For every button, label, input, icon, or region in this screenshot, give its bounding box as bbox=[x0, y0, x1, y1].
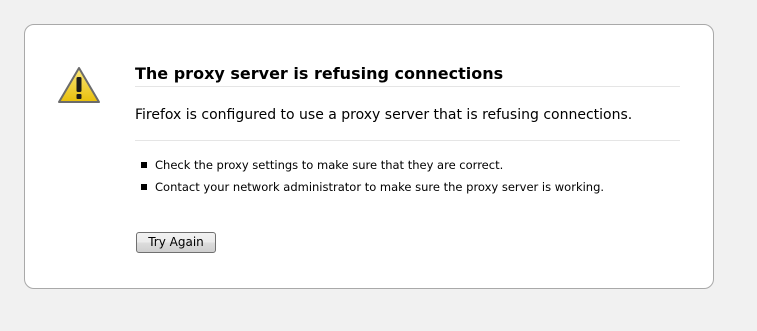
error-short-description: Firefox is configured to use a proxy ser… bbox=[135, 105, 680, 141]
error-content: The proxy server is refusing connections… bbox=[135, 63, 680, 194]
list-item: Contact your network administrator to ma… bbox=[135, 179, 604, 195]
bullet-icon bbox=[141, 162, 147, 168]
suggestion-text: Check the proxy settings to make sure th… bbox=[155, 158, 504, 172]
error-title: The proxy server is refusing connections bbox=[135, 63, 680, 87]
warning-icon bbox=[57, 66, 101, 104]
suggestion-text: Contact your network administrator to ma… bbox=[155, 180, 605, 194]
bullet-icon bbox=[141, 184, 147, 190]
try-again-button[interactable]: Try Again bbox=[136, 232, 216, 253]
suggestions-list: Check the proxy settings to make sure th… bbox=[135, 157, 604, 201]
list-item: Check the proxy settings to make sure th… bbox=[135, 157, 604, 173]
